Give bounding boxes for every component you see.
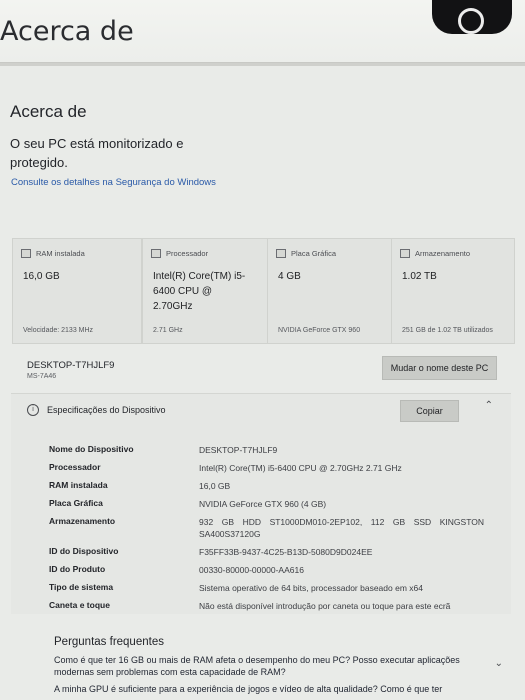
faq-item[interactable]: Como é que ter 16 GB ou mais de RAM afet… <box>54 654 494 678</box>
graphics-card: Placa Gráfica 4 GB NVIDIA GeForce GTX 96… <box>267 238 397 344</box>
pc-model: MS-7A46 <box>27 373 57 380</box>
page-title: Acerca de <box>10 102 87 121</box>
device-specs-title: Especificações do Dispositivo <box>47 405 166 415</box>
spec-value: 16,0 GB <box>199 481 231 491</box>
device-specs-section: i Especificações do Dispositivo Copiar ⌃… <box>11 393 511 614</box>
graphics-card-label: Placa Gráfica <box>291 249 337 258</box>
spec-label: Armazenamento <box>49 516 116 526</box>
spec-label: ID do Dispositivo <box>49 546 119 556</box>
spec-value: NVIDIA GeForce GTX 960 (4 GB) <box>199 499 327 509</box>
background-window-title: Acerca de <box>0 16 134 47</box>
copy-button[interactable]: Copiar <box>400 400 459 422</box>
spec-value: F35FF33B-9437-4C25-B13D-5080D9D024EE <box>199 547 373 557</box>
camera-lens-icon <box>458 8 484 34</box>
spec-label: Caneta e toque <box>49 600 110 610</box>
pc-name: DESKTOP-T7HJLF9 <box>27 360 115 371</box>
webcam-bezel <box>432 0 512 34</box>
ram-icon <box>21 249 31 258</box>
graphics-card-value: 4 GB <box>278 271 301 282</box>
spec-label: Placa Gráfica <box>49 498 103 508</box>
background-window: Acerca de <box>0 0 525 63</box>
info-icon: i <box>27 404 39 416</box>
security-link[interactable]: Consulte os detalhes na Segurança do Win… <box>11 177 216 188</box>
processor-card-label: Processador <box>166 249 209 258</box>
spec-value: 00330-80000-00000-AA616 <box>199 565 304 575</box>
spec-label: Processador <box>49 462 101 472</box>
spec-label: ID do Produto <box>49 564 106 574</box>
spec-label: RAM instalada <box>49 480 108 490</box>
ram-card-sub: Velocidade: 2133 MHz <box>23 327 94 334</box>
storage-card-value: 1.02 TB <box>402 271 437 282</box>
protection-status: O seu PC está monitorizado e protegido. <box>10 136 184 170</box>
storage-card-label: Armazenamento <box>415 249 471 258</box>
faq-item[interactable]: A minha GPU é suficiente para a experiên… <box>54 683 494 695</box>
storage-icon <box>400 249 410 258</box>
ram-card-label: RAM instalada <box>36 249 85 258</box>
ram-card-value: 16,0 GB <box>23 271 60 282</box>
chevron-up-icon[interactable]: ⌃ <box>485 400 493 411</box>
chevron-down-icon[interactable]: ⌄ <box>495 658 503 669</box>
spec-value: Sistema operativo de 64 bits, processado… <box>199 583 423 593</box>
processor-icon <box>151 249 161 258</box>
spec-value: 932 GB HDD ST1000DM010-2EP102, 112 GB SS… <box>199 517 484 539</box>
spec-value: Intel(R) Core(TM) i5-6400 CPU @ 2.70GHz … <box>199 463 402 473</box>
spec-value: Não está disponível introdução por canet… <box>199 601 451 611</box>
graphics-card-icon <box>276 249 286 258</box>
processor-card: Processador Intel(R) Core(TM) i5-6400 CP… <box>142 238 272 344</box>
device-specs-header[interactable]: i Especificações do Dispositivo <box>27 404 166 416</box>
processor-card-value: Intel(R) Core(TM) i5-6400 CPU @ 2.70GHz <box>153 271 246 312</box>
spec-value: DESKTOP-T7HJLF9 <box>199 445 278 455</box>
ram-card: RAM instalada 16,0 GB Velocidade: 2133 M… <box>12 238 142 344</box>
about-window: Acerca de O seu PC está monitorizado e p… <box>0 66 525 700</box>
storage-card-sub: 251 GB de 1.02 TB utilizados <box>402 327 493 334</box>
storage-card: Armazenamento 1.02 TB 251 GB de 1.02 TB … <box>391 238 515 344</box>
graphics-card-sub: NVIDIA GeForce GTX 960 <box>278 327 361 334</box>
rename-pc-button[interactable]: Mudar o nome deste PC <box>382 356 497 380</box>
spec-label: Tipo de sistema <box>49 582 114 592</box>
pc-name-row: DESKTOP-T7HJLF9 MS-7A46 Mudar o nome des… <box>11 356 511 394</box>
spec-label: Nome do Dispositivo <box>49 444 134 454</box>
processor-card-sub: 2.71 GHz <box>153 327 183 334</box>
faq-title: Perguntas frequentes <box>54 636 164 648</box>
